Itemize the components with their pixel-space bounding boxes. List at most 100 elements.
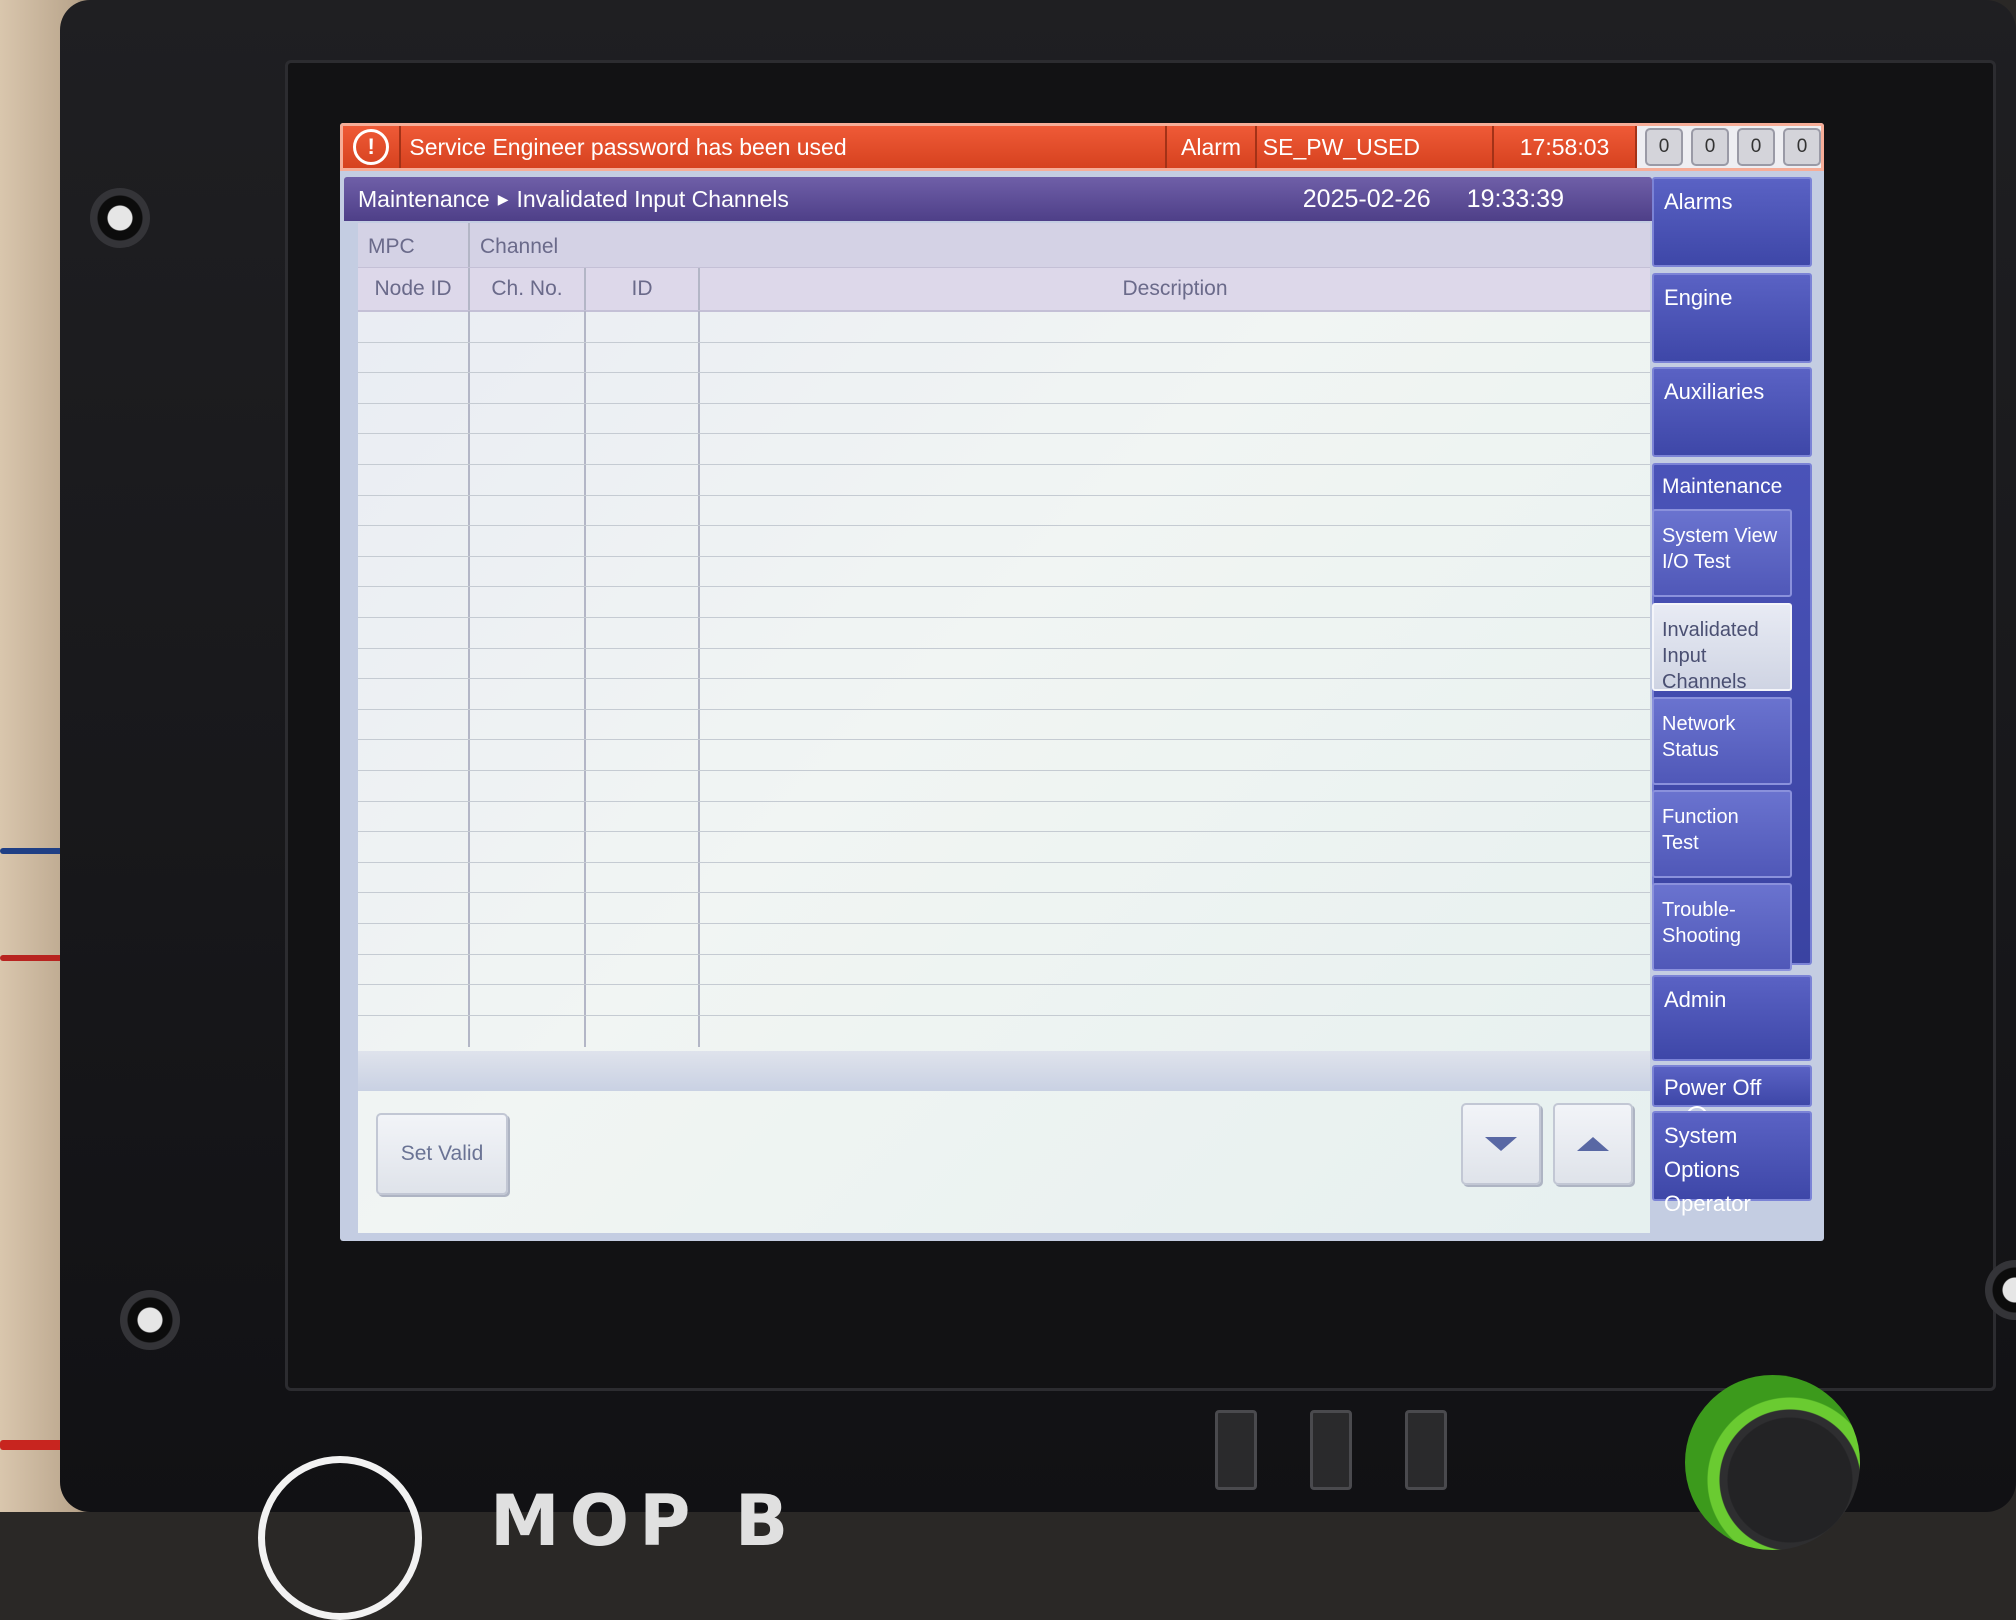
table-row-line: [358, 586, 1650, 588]
column-node-id[interactable]: Node ID: [358, 277, 468, 301]
table-row-line: [358, 708, 1650, 710]
table-row-line: [358, 678, 1650, 680]
group-header-channel: Channel: [480, 235, 559, 258]
screw: [120, 1290, 180, 1350]
nav-sub-label: Status: [1662, 739, 1719, 761]
table-row-line: [358, 341, 1650, 343]
power-off-label: Power Off: [1664, 1075, 1762, 1100]
hmi-screen: ! Service Engineer password has been use…: [340, 123, 1824, 1241]
alarm-time: 17:58:03: [1494, 126, 1637, 168]
power-off-button[interactable]: Power Off i: [1652, 1065, 1812, 1128]
table-row-line: [358, 433, 1650, 435]
column-divider: [584, 268, 586, 310]
side-navigation: Alarms Engine Auxiliaries Maintenance Sy…: [1652, 177, 1824, 1241]
nav-sub-label: System View: [1662, 525, 1778, 547]
column-description[interactable]: Description: [700, 277, 1650, 301]
nav-sub-label: Test: [1662, 832, 1699, 854]
page-header: Maintenance ▶ Invalidated Input Channels…: [344, 177, 1652, 221]
usb-port[interactable]: [1405, 1410, 1447, 1490]
nav-sub-label: Trouble-: [1662, 899, 1736, 921]
table-row-line: [358, 494, 1650, 496]
table-row-line: [358, 831, 1650, 833]
triangle-right-icon: ▶: [497, 190, 509, 207]
alarm-counter[interactable]: 0: [1690, 128, 1729, 166]
breadcrumb: Maintenance ▶ Invalidated Input Channels: [344, 186, 789, 213]
table-row-line: [358, 923, 1650, 924]
column-divider: [468, 223, 470, 267]
group-header-mpc: MPC: [368, 235, 415, 258]
usb-port[interactable]: [1310, 1410, 1352, 1490]
device-brand: MOP B: [490, 1480, 799, 1562]
nav-maintenance[interactable]: Maintenance: [1654, 465, 1810, 509]
nav-network-status[interactable]: Network Status: [1652, 697, 1792, 785]
table-row-line: [358, 464, 1650, 465]
system-options-label: System Options: [1664, 1123, 1740, 1182]
nav-alarms[interactable]: Alarms: [1652, 177, 1812, 267]
operator-label: Operator: [1664, 1191, 1751, 1216]
chevron-down-icon: [1485, 1137, 1517, 1151]
table-row-line: [358, 647, 1650, 649]
table-scroll-strip: [358, 1051, 1650, 1091]
column-id[interactable]: ID: [586, 277, 698, 301]
screw: [90, 188, 150, 248]
nav-troubleshooting[interactable]: Trouble- Shooting: [1652, 883, 1792, 971]
usb-port[interactable]: [1215, 1410, 1257, 1490]
nav-alarms-label: Alarms: [1664, 189, 1733, 214]
time-display: 19:33:39: [1466, 184, 1564, 213]
nav-auxiliaries-label: Auxiliaries: [1664, 379, 1765, 404]
breadcrumb-item: Maintenance: [358, 185, 490, 212]
table-row-line: [358, 617, 1650, 618]
alarm-counter[interactable]: 0: [1644, 128, 1683, 166]
alarm-message: Service Engineer password has been used: [401, 126, 1168, 168]
nav-system-view-io-test[interactable]: System View I/O Test: [1652, 509, 1792, 597]
invalidated-channels-panel: MPC Channel Node ID Ch. No. ID Descripti…: [358, 223, 1650, 1233]
table-row-line: [358, 402, 1650, 404]
device-ring: [258, 1456, 422, 1620]
control-knob[interactable]: [1685, 1375, 1860, 1550]
nav-system-options-operator[interactable]: System Options Operator: [1652, 1111, 1812, 1216]
table-row-line: [358, 1014, 1650, 1016]
scroll-up-button[interactable]: [1553, 1103, 1633, 1185]
column-ch-no[interactable]: Ch. No.: [470, 277, 584, 301]
alarm-counters: 0 0 0 0: [1636, 126, 1821, 168]
nav-function-test[interactable]: Function Test: [1652, 790, 1792, 878]
nav-sub-label: Shooting: [1662, 925, 1741, 947]
scroll-down-button[interactable]: [1461, 1103, 1541, 1185]
chevron-up-icon: [1577, 1137, 1609, 1151]
page-title: Invalidated Input Channels: [516, 185, 789, 212]
table-row-line: [358, 984, 1650, 986]
set-valid-button[interactable]: Set Valid: [376, 1113, 508, 1195]
alarm-counter[interactable]: 0: [1736, 128, 1775, 166]
table-column-header: Node ID Ch. No. ID Description: [358, 267, 1650, 312]
nav-invalidated-input-channels[interactable]: Invalidated Input Channels: [1652, 603, 1792, 693]
date-display: 2025-02-26: [1302, 184, 1431, 213]
nav-sub-label: Function: [1662, 806, 1739, 828]
nav-sub-label: Input Channels: [1662, 645, 1747, 693]
nav-sub-label: Invalidated: [1662, 619, 1759, 641]
nav-engine-label: Engine: [1664, 285, 1733, 310]
table-body[interactable]: [358, 311, 1650, 1047]
table-row-line: [358, 770, 1650, 771]
table-row-line: [358, 525, 1650, 527]
table-row-line: [358, 555, 1650, 557]
column-divider: [698, 268, 700, 310]
datetime: 2025-02-26 19:33:39: [1303, 185, 1564, 214]
alarm-type: Alarm: [1167, 126, 1257, 168]
nav-admin[interactable]: Admin: [1652, 975, 1812, 1061]
alarm-icon-cell: !: [343, 126, 402, 168]
table-row-line: [358, 953, 1650, 955]
table-group-header: MPC Channel: [358, 223, 1650, 267]
set-valid-label: Set Valid: [400, 1142, 484, 1165]
nav-sub-label: I/O Test: [1662, 551, 1731, 573]
alarm-counter[interactable]: 0: [1782, 128, 1821, 166]
table-row-line: [358, 372, 1650, 374]
alarm-code: SE_PW_USED: [1257, 126, 1495, 168]
alarm-bar[interactable]: ! Service Engineer password has been use…: [340, 123, 1824, 171]
table-row-line: [358, 892, 1650, 894]
nav-auxiliaries[interactable]: Auxiliaries: [1652, 367, 1812, 457]
nav-admin-label: Admin: [1664, 987, 1727, 1012]
column-divider: [468, 268, 470, 310]
table-row-line: [358, 739, 1650, 741]
nav-engine[interactable]: Engine: [1652, 273, 1812, 363]
table-row-line: [358, 861, 1650, 863]
